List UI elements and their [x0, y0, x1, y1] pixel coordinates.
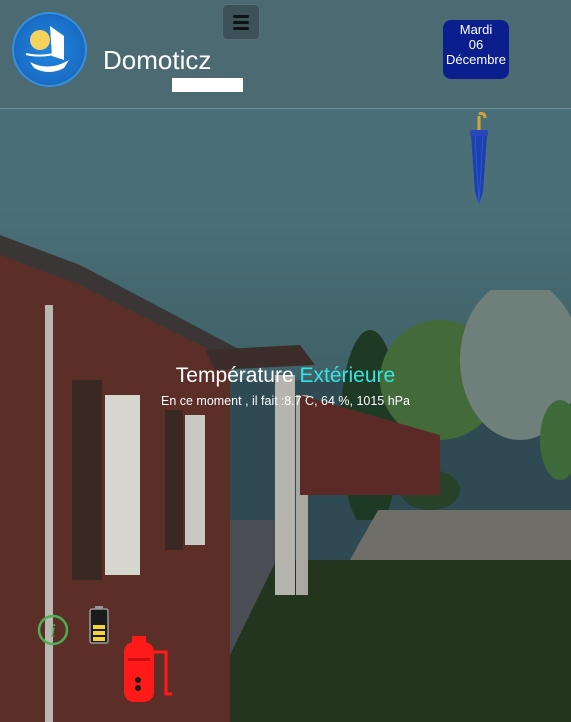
brand-underline-bar: [172, 78, 243, 92]
weather-summary-values: :8.7 C, 64 %, 1015 hPa: [280, 394, 410, 408]
battery-icon[interactable]: [88, 605, 110, 645]
domoticz-logo[interactable]: [12, 12, 87, 87]
info-icon[interactable]: i: [37, 614, 69, 646]
weather-summary-prefix: En ce moment , il fait: [161, 394, 278, 408]
date-badge: Mardi 06 Décembre: [443, 20, 509, 79]
weather-title-accent: Extérieure: [299, 364, 396, 387]
menu-button[interactable]: [222, 4, 260, 40]
svg-text:i: i: [50, 620, 56, 642]
date-weekday: Mardi: [459, 22, 493, 37]
boiler-icon[interactable]: [118, 632, 176, 706]
house-facade: [0, 235, 440, 722]
weather-title-main: Température: [175, 364, 294, 387]
date-day: 06: [468, 37, 484, 52]
weather-title: Température Extérieure: [0, 364, 571, 388]
brand-title: Domoticz: [103, 45, 212, 75]
date-month: Décembre: [446, 52, 506, 67]
weather-summary: En ce moment , il fait:8.7 C, 64 %, 1015…: [0, 394, 571, 408]
header-bar: Domoticz Mardi 06 Décembre: [0, 0, 571, 109]
logo-icon: [25, 26, 69, 72]
umbrella-icon: [470, 112, 488, 205]
menu-icon: [233, 14, 249, 18]
